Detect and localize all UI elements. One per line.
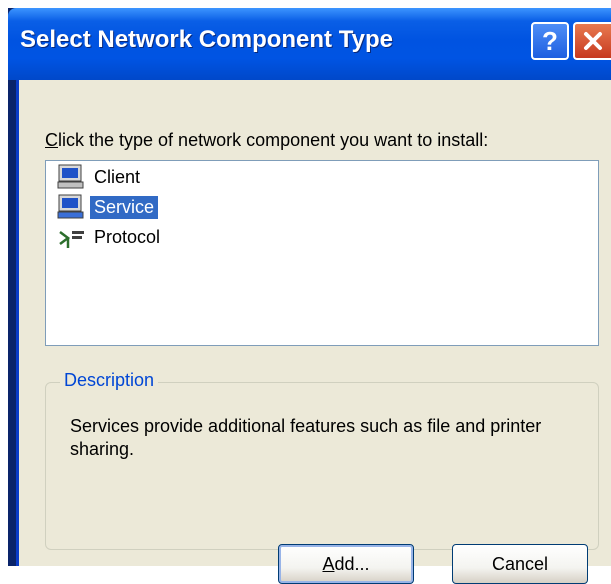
close-icon	[584, 32, 602, 50]
description-groupbox: Description Services provide additional …	[45, 370, 599, 550]
help-icon: ?	[542, 26, 558, 56]
list-item-label: Protocol	[94, 226, 161, 247]
add-button-label: Add...	[322, 553, 370, 574]
client-monitor-icon	[56, 164, 86, 190]
component-type-list[interactable]: Client Service Protocol	[45, 160, 599, 346]
description-text: Services provide additional features suc…	[70, 416, 542, 459]
accelerator-c: C	[45, 130, 58, 150]
help-button[interactable]: ?	[531, 22, 569, 60]
service-monitor-icon	[56, 194, 86, 220]
add-button[interactable]: Add...	[278, 544, 414, 584]
list-item-service[interactable]: Service	[56, 193, 159, 221]
list-item-client[interactable]: Client	[56, 163, 144, 191]
close-button[interactable]	[573, 22, 611, 60]
dialog-window: Select Network Component Type ? Click th…	[8, 8, 611, 584]
dialog-body: Click the type of network component you …	[16, 80, 611, 566]
cancel-button[interactable]: Cancel	[452, 544, 588, 584]
list-item-label: Service	[90, 195, 159, 219]
instruction-text: lick the type of network component you w…	[58, 130, 489, 150]
description-legend: Description	[60, 370, 159, 391]
list-item-label: Client	[94, 166, 141, 187]
protocol-network-icon	[56, 224, 86, 250]
instruction-label: Click the type of network component you …	[45, 130, 488, 151]
dialog-title: Select Network Component Type	[20, 26, 393, 53]
list-item-protocol[interactable]: Protocol	[56, 223, 164, 251]
accelerator-a: A	[322, 553, 335, 574]
title-bar[interactable]: Select Network Component Type ?	[8, 8, 611, 80]
cancel-button-label: Cancel	[491, 553, 549, 574]
